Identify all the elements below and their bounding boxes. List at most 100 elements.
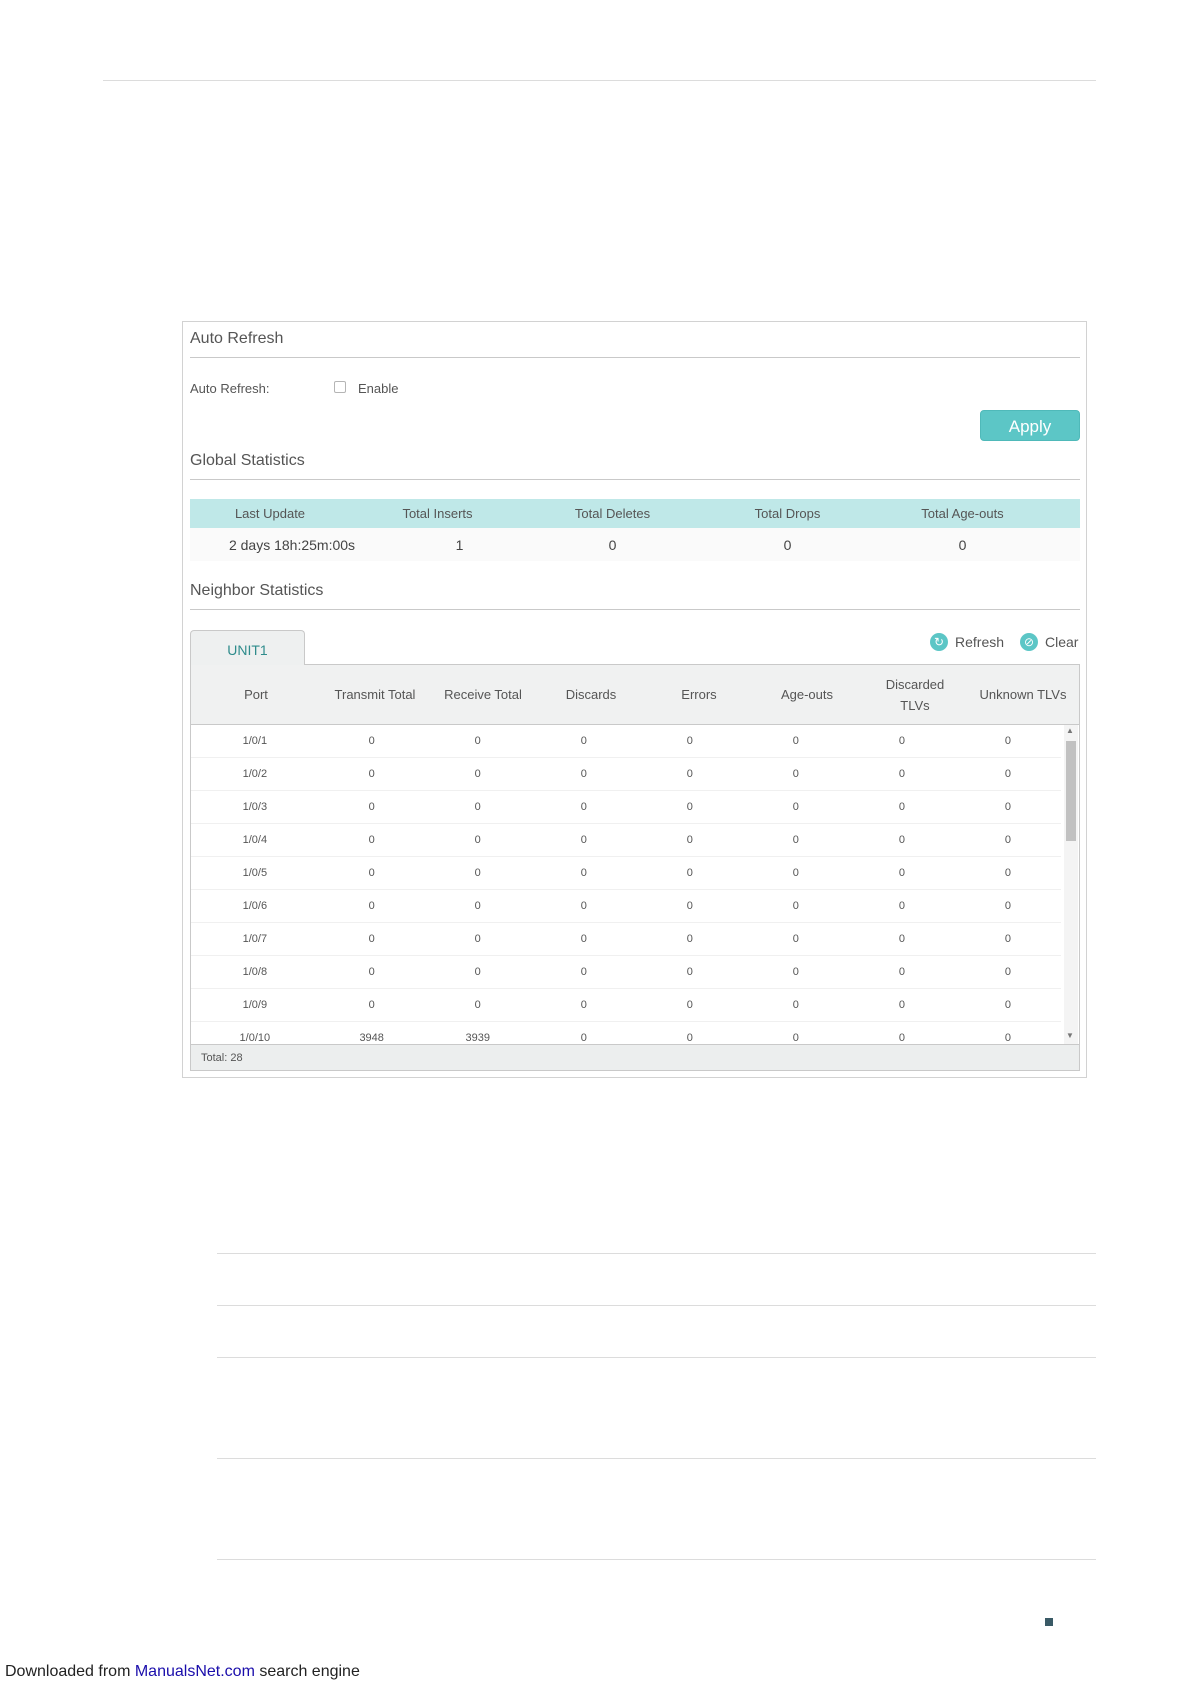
column-header: Age-outs bbox=[780, 687, 834, 702]
column-header: Transmit Total bbox=[334, 687, 416, 702]
table-cell: 0 bbox=[792, 999, 799, 1011]
table-cell: 0 bbox=[1004, 966, 1012, 978]
table-body: 1/0/1 0 0 0 0 0 0 0 1/0/2 0 0 0 0 0 0 0 1/0/3 0 0 0 0 0 0 0 1/0/… bbox=[191, 725, 1061, 1055]
table-header: Last Update Total Inserts Total Deletes … bbox=[190, 499, 1080, 528]
table-cell: 0 bbox=[580, 834, 587, 846]
table-cell: 0 bbox=[580, 768, 587, 780]
table-cell: 0 bbox=[474, 999, 481, 1011]
table-rule bbox=[217, 1305, 1096, 1306]
table-row: 1/0/5 0 0 0 0 0 0 0 bbox=[191, 857, 1061, 890]
table-cell: 0 bbox=[686, 801, 693, 813]
footer-prefix: Downloaded from bbox=[5, 1663, 135, 1680]
column-header: Total Inserts bbox=[402, 506, 473, 521]
column-header: Total Age-outs bbox=[921, 506, 1004, 521]
table-cell: 0 bbox=[686, 768, 693, 780]
table-cell: 0 bbox=[580, 900, 587, 912]
table-rule bbox=[217, 1559, 1096, 1560]
auto-refresh-label: Auto Refresh: bbox=[190, 381, 270, 396]
table-row: 2 days 18h:25m:00s 1 0 0 0 bbox=[190, 528, 1080, 561]
refresh-button[interactable]: ↻ Refresh bbox=[930, 633, 1004, 651]
table-cell: 0 bbox=[686, 900, 693, 912]
footer-suffix: search engine bbox=[254, 1663, 360, 1680]
neighbor-statistics-table: Port Transmit Total Receive Total Discar… bbox=[190, 664, 1080, 1071]
port-cell: 1/0/8 bbox=[242, 966, 268, 978]
table-cell: 0 bbox=[368, 867, 375, 879]
vertical-scrollbar[interactable]: ▲ ▼ bbox=[1064, 725, 1078, 1045]
port-cell: 1/0/3 bbox=[242, 801, 268, 813]
table-cell: 0 bbox=[368, 900, 375, 912]
table-cell: 1 bbox=[455, 536, 464, 553]
table-cell: 0 bbox=[792, 867, 799, 879]
section-divider bbox=[190, 609, 1080, 610]
table-cell: 0 bbox=[368, 834, 375, 846]
table-row: 1/0/1 0 0 0 0 0 0 0 bbox=[191, 725, 1061, 758]
column-header: Total Deletes bbox=[574, 506, 651, 521]
table-cell: 0 bbox=[898, 834, 905, 846]
neighbor-statistics-title: Neighbor Statistics bbox=[190, 582, 324, 599]
table-row: 1/0/4 0 0 0 0 0 0 0 bbox=[191, 824, 1061, 857]
table-cell: 0 bbox=[898, 933, 905, 945]
table-cell: 0 bbox=[792, 801, 799, 813]
table-cell: 0 bbox=[1004, 768, 1012, 780]
global-statistics-table: Last Update Total Inserts Total Deletes … bbox=[190, 499, 1080, 561]
table-cell: 0 bbox=[1004, 933, 1012, 945]
table-cell: 0 bbox=[1004, 735, 1012, 747]
table-cell: 0 bbox=[792, 966, 799, 978]
port-cell: 1/0/6 bbox=[242, 900, 268, 912]
table-cell: 0 bbox=[474, 966, 481, 978]
table-cell: 0 bbox=[1004, 999, 1012, 1011]
column-header: Unknown TLVs bbox=[979, 687, 1067, 702]
section-divider bbox=[190, 357, 1080, 358]
refresh-icon: ↻ bbox=[930, 633, 948, 651]
table-cell: 0 bbox=[1004, 1032, 1012, 1044]
column-header: Errors bbox=[681, 687, 717, 702]
table-rule bbox=[217, 1458, 1096, 1459]
enable-checkbox-label: Enable bbox=[358, 381, 399, 396]
table-cell: 0 bbox=[792, 1032, 799, 1044]
table-cell: 0 bbox=[474, 933, 481, 945]
table-cell: 0 bbox=[1004, 900, 1012, 912]
auto-refresh-title: Auto Refresh bbox=[190, 330, 284, 347]
table-cell: 0 bbox=[368, 933, 375, 945]
clear-button[interactable]: ⊘ Clear bbox=[1020, 633, 1078, 651]
scroll-down-icon[interactable]: ▼ bbox=[1066, 1031, 1074, 1040]
table-row: 1/0/8 0 0 0 0 0 0 0 bbox=[191, 956, 1061, 989]
scrollbar-thumb[interactable] bbox=[1066, 741, 1076, 841]
table-cell: 0 bbox=[368, 735, 375, 747]
table-cell: 0 bbox=[792, 834, 799, 846]
manualsnet-link[interactable]: ManualsNet.com bbox=[135, 1663, 255, 1680]
table-cell: 0 bbox=[792, 933, 799, 945]
table-cell: 0 bbox=[1004, 801, 1012, 813]
table-row: 1/0/7 0 0 0 0 0 0 0 bbox=[191, 923, 1061, 956]
tab-unit1[interactable]: UNIT1 bbox=[190, 630, 305, 665]
table-cell: 0 bbox=[474, 801, 481, 813]
column-header: Receive Total bbox=[444, 687, 522, 702]
table-cell: 0 bbox=[686, 999, 693, 1011]
section-divider bbox=[190, 479, 1080, 480]
port-cell: 1/0/1 bbox=[242, 735, 268, 747]
table-cell: 0 bbox=[958, 536, 967, 553]
table-cell: 0 bbox=[686, 966, 693, 978]
table-cell: 0 bbox=[474, 834, 481, 846]
port-cell: 1/0/2 bbox=[242, 768, 268, 780]
table-cell: 0 bbox=[580, 1032, 587, 1044]
table-cell: 0 bbox=[898, 768, 905, 780]
scroll-up-icon[interactable]: ▲ bbox=[1066, 726, 1074, 735]
table-cell: 0 bbox=[474, 900, 481, 912]
column-header: Total Drops bbox=[754, 506, 821, 521]
table-cell: 0 bbox=[474, 735, 481, 747]
enable-checkbox[interactable] bbox=[334, 381, 346, 393]
table-cell: 0 bbox=[898, 735, 905, 747]
table-cell: 0 bbox=[368, 801, 375, 813]
apply-button[interactable]: Apply bbox=[980, 410, 1080, 441]
table-cell: 0 bbox=[686, 867, 693, 879]
table-cell: 0 bbox=[792, 735, 799, 747]
table-cell: 0 bbox=[898, 999, 905, 1011]
table-cell: 0 bbox=[580, 801, 587, 813]
table-cell: 0 bbox=[1004, 834, 1012, 846]
download-footer: Downloaded from ManualsNet.com search en… bbox=[5, 1663, 360, 1681]
column-header: Port bbox=[244, 687, 268, 702]
table-cell: 0 bbox=[783, 536, 792, 553]
table-cell: 0 bbox=[580, 735, 587, 747]
table-cell: 0 bbox=[368, 966, 375, 978]
